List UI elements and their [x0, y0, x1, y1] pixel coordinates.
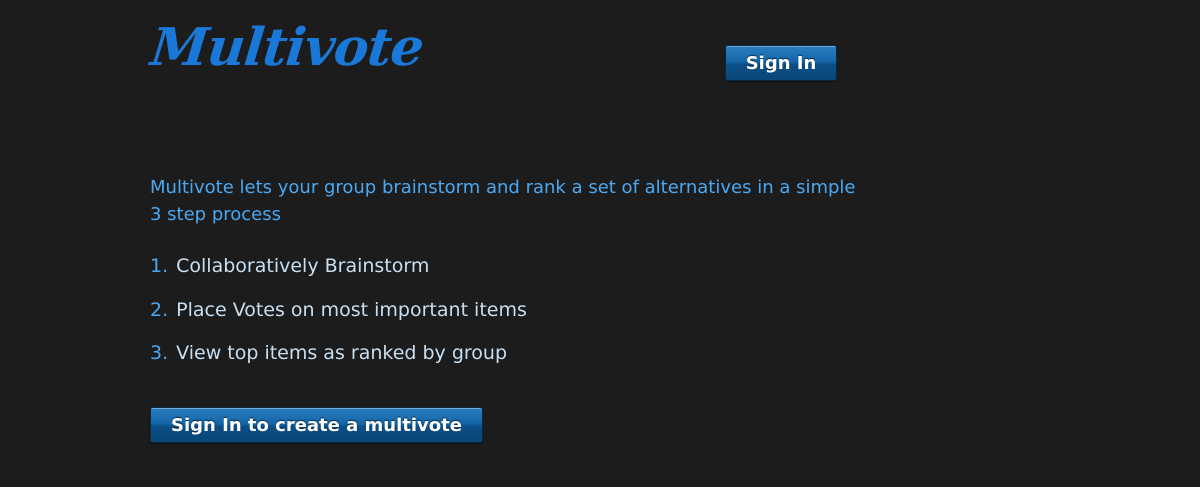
page: Multivote Sign In Multivote lets your gr… [0, 0, 1200, 487]
steps-list: 1. Collaboratively Brainstorm 2. Place Vot… [150, 253, 527, 384]
intro-text: Multivote lets your group brainstorm and… [150, 177, 856, 225]
sign-in-button[interactable]: Sign In [725, 45, 837, 81]
step-text: Collaboratively Brainstorm [176, 255, 430, 277]
create-multivote-button[interactable]: Sign In to create a multivote [150, 407, 483, 443]
step-text: Place Votes on most important items [176, 298, 527, 321]
step-text: View top items as ranked by group [176, 342, 508, 364]
step-number: 3. [150, 342, 169, 364]
list-item: 3. View top items as ranked by group [150, 340, 527, 384]
step-number: 2. [150, 298, 169, 321]
step-number: 1. [150, 255, 169, 277]
logo[interactable]: Multivote [148, 17, 426, 78]
list-item: 2. Place Votes on most important items [150, 297, 527, 341]
list-item: 1. Collaboratively Brainstorm [150, 253, 527, 297]
